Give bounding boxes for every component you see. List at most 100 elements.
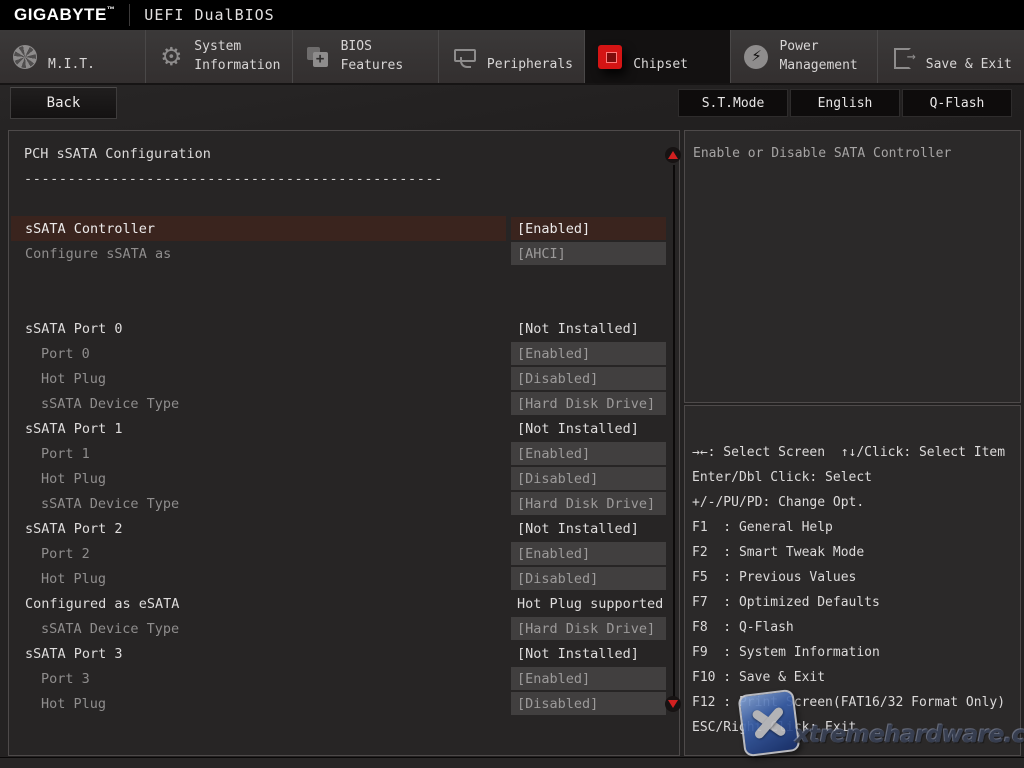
toolbar-button[interactable]: S.T.Mode bbox=[678, 89, 788, 117]
settings-rows: sSATA Controller [Enabled] Configure sSA… bbox=[11, 216, 666, 716]
peripherals-icon bbox=[451, 44, 477, 70]
hotkey-line: F7 : Optimized Defaults bbox=[692, 590, 1020, 615]
setting-label: sSATA Controller bbox=[11, 216, 506, 241]
hotkey-line: →←: Select Screen ↑↓/Click: Select Item bbox=[692, 440, 1020, 465]
top-bar: GIGABYTE™ UEFI DualBIOS bbox=[0, 0, 1024, 30]
scrollbar-track[interactable] bbox=[673, 165, 675, 701]
hotkey-line: F12 : Print Screen(FAT16/32 Format Only) bbox=[692, 690, 1020, 715]
settings-row: Hot Plug [Disabled] bbox=[11, 466, 666, 491]
hotkey-line: ESC/Right Click: Exit bbox=[692, 715, 1020, 740]
settings-row[interactable]: sSATA Port 2 [Not Installed] bbox=[11, 516, 666, 541]
hotkey-line: F8 : Q-Flash bbox=[692, 615, 1020, 640]
setting-value: [Disabled] bbox=[511, 692, 666, 715]
tab-chipset[interactable]: Chipset bbox=[585, 30, 731, 83]
setting-label: Hot Plug bbox=[11, 466, 506, 491]
settings-row: sSATA Device Type [Hard Disk Drive] bbox=[11, 616, 666, 641]
tab-label: Power Management bbox=[779, 38, 876, 74]
setting-value: [Hard Disk Drive] bbox=[511, 392, 666, 415]
settings-row: Hot Plug [Disabled] bbox=[11, 366, 666, 391]
setting-value: [Not Installed] bbox=[511, 517, 666, 540]
back-button[interactable]: Back bbox=[10, 87, 117, 119]
setting-value: [Enabled] bbox=[511, 217, 666, 240]
tab-label: BIOS Features bbox=[341, 38, 438, 74]
scroll-down-arrow[interactable] bbox=[665, 696, 681, 712]
tab-label: Save & Exit bbox=[926, 56, 1012, 74]
setting-label: sSATA Port 2 bbox=[11, 516, 506, 541]
tab-label: Chipset bbox=[633, 56, 688, 74]
power-icon bbox=[743, 44, 769, 70]
hotkeys-panel: →←: Select Screen ↑↓/Click: Select Item … bbox=[684, 405, 1021, 756]
setting-value: [Disabled] bbox=[511, 467, 666, 490]
settings-row: Port 3 [Enabled] bbox=[11, 666, 666, 691]
settings-row: Port 1 [Enabled] bbox=[11, 441, 666, 466]
setting-label: Configure sSATA as bbox=[11, 241, 506, 266]
setting-value: [Enabled] bbox=[511, 667, 666, 690]
help-panel: Enable or Disable SATA Controller bbox=[684, 130, 1021, 403]
hotkey-line: Enter/Dbl Click: Select bbox=[692, 465, 1020, 490]
settings-row: sSATA Device Type [Hard Disk Drive] bbox=[11, 391, 666, 416]
hotkey-line: F2 : Smart Tweak Mode bbox=[692, 540, 1020, 565]
setting-value: Hot Plug supported bbox=[511, 592, 666, 615]
settings-row[interactable]: Configured as eSATA Hot Plug supported bbox=[11, 591, 666, 616]
setting-value: [Enabled] bbox=[511, 542, 666, 565]
setting-value: [Enabled] bbox=[511, 442, 666, 465]
hotkey-line: F5 : Previous Values bbox=[692, 565, 1020, 590]
tab-system-info[interactable]: System Information bbox=[146, 30, 292, 83]
setting-value: [Hard Disk Drive] bbox=[511, 492, 666, 515]
system-info-icon bbox=[158, 44, 184, 70]
setting-label: Hot Plug bbox=[11, 566, 506, 591]
settings-row[interactable]: sSATA Port 1 [Not Installed] bbox=[11, 416, 666, 441]
setting-label: sSATA Device Type bbox=[11, 491, 506, 516]
tab-save-exit[interactable]: Save & Exit bbox=[878, 30, 1024, 83]
setting-value: [Not Installed] bbox=[511, 417, 666, 440]
setting-label: Hot Plug bbox=[11, 366, 506, 391]
tab-label: System Information bbox=[194, 38, 291, 74]
page-title: PCH sSATA Configuration bbox=[24, 146, 211, 162]
tab-peripherals[interactable]: Peripherals bbox=[439, 30, 585, 83]
settings-row: Hot Plug [Disabled] bbox=[11, 566, 666, 591]
settings-row: Port 0 [Enabled] bbox=[11, 341, 666, 366]
hotkey-line: +/-/PU/PD: Change Opt. bbox=[692, 490, 1020, 515]
settings-row: Configure sSATA as [AHCI] bbox=[11, 241, 666, 266]
setting-label: sSATA Device Type bbox=[11, 391, 506, 416]
setting-label: Hot Plug bbox=[11, 691, 506, 716]
toolbar: Back S.T.Mode English Q-Flash bbox=[0, 85, 1024, 130]
bios-features-icon bbox=[305, 44, 331, 70]
setting-label: sSATA Port 1 bbox=[11, 416, 506, 441]
tab-label: M.I.T. bbox=[48, 56, 95, 74]
settings-row: Port 2 [Enabled] bbox=[11, 541, 666, 566]
toolbar-button[interactable]: English bbox=[790, 89, 900, 117]
help-text: Enable or Disable SATA Controller bbox=[693, 144, 1012, 164]
settings-panel: PCH sSATA Configuration ----------------… bbox=[8, 130, 680, 756]
tab-power[interactable]: Power Management bbox=[731, 30, 877, 83]
mit-icon bbox=[12, 44, 38, 70]
bottom-strip bbox=[0, 757, 1024, 768]
settings-row[interactable]: sSATA Port 3 [Not Installed] bbox=[11, 641, 666, 666]
settings-row: Hot Plug [Disabled] bbox=[11, 691, 666, 716]
tab-bios-features[interactable]: BIOS Features bbox=[293, 30, 439, 83]
hotkey-line: F1 : General Help bbox=[692, 515, 1020, 540]
toolbar-button[interactable]: Q-Flash bbox=[902, 89, 1012, 117]
scroll-up-arrow[interactable] bbox=[665, 147, 681, 163]
setting-label: sSATA Port 0 bbox=[11, 316, 506, 341]
setting-value: [Enabled] bbox=[511, 342, 666, 365]
hotkey-line: F9 : System Information bbox=[692, 640, 1020, 665]
toolbar-buttons: S.T.Mode English Q-Flash bbox=[678, 89, 1012, 117]
setting-value: [Disabled] bbox=[511, 367, 666, 390]
save-exit-icon bbox=[890, 44, 916, 70]
setting-value: [Disabled] bbox=[511, 567, 666, 590]
setting-value: [Not Installed] bbox=[511, 317, 666, 340]
tab-mit[interactable]: M.I.T. bbox=[0, 30, 146, 83]
settings-row[interactable]: sSATA Port 0 [Not Installed] bbox=[11, 316, 666, 341]
setting-label: Port 3 bbox=[11, 666, 506, 691]
bios-title: UEFI DualBIOS bbox=[144, 6, 274, 24]
chipset-icon bbox=[597, 44, 623, 70]
setting-label: Port 1 bbox=[11, 441, 506, 466]
setting-value: [AHCI] bbox=[511, 242, 666, 265]
settings-row[interactable]: sSATA Controller [Enabled] bbox=[11, 216, 666, 241]
title-divider: ----------------------------------------… bbox=[24, 171, 443, 187]
tab-label: Peripherals bbox=[487, 56, 573, 74]
settings-row: sSATA Device Type [Hard Disk Drive] bbox=[11, 491, 666, 516]
bios-screen: GIGABYTE™ UEFI DualBIOS M.I.T. System In… bbox=[0, 0, 1024, 768]
setting-label: sSATA Port 3 bbox=[11, 641, 506, 666]
